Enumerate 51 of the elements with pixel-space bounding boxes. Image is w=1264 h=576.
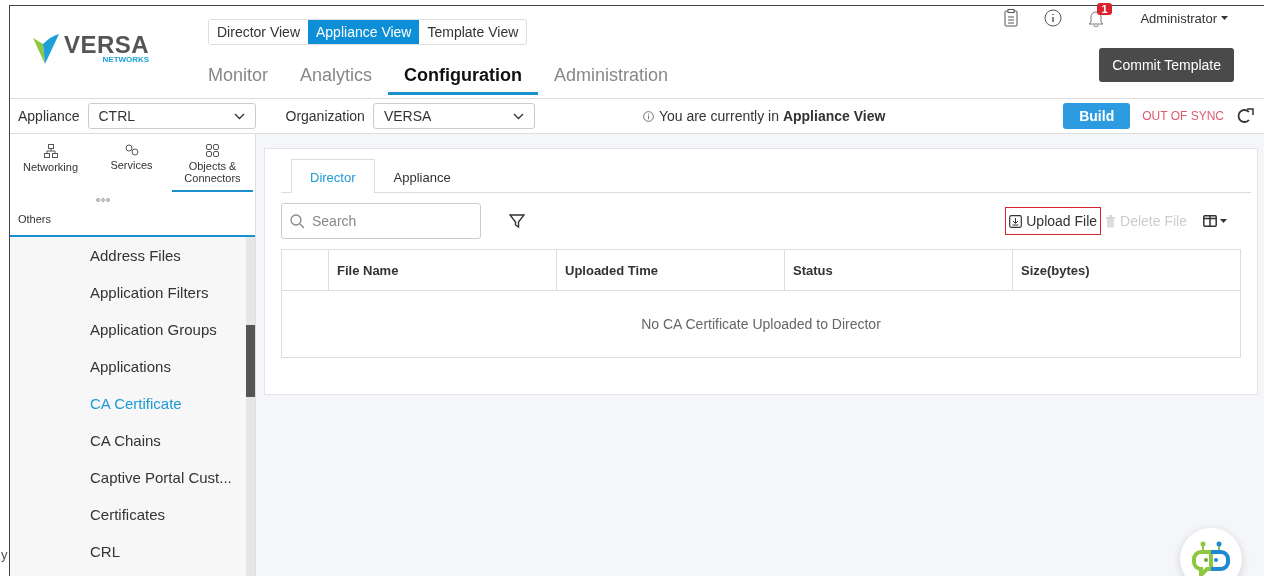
chatbot-button[interactable]	[1180, 528, 1242, 576]
gears-icon	[123, 144, 140, 156]
chevron-down-icon	[233, 112, 245, 120]
sidebar-item[interactable]: Certificates	[10, 496, 246, 533]
sidebar-item[interactable]: Application Filters	[10, 274, 246, 311]
nav-tab[interactable]: Configuration	[388, 61, 539, 95]
organization-select[interactable]: VERSA	[372, 103, 535, 129]
view-info-text: You are currently in Appliance View	[658, 108, 886, 124]
scrollbar-thumb[interactable]	[246, 325, 255, 397]
sidebar-item[interactable]: Application Groups	[10, 311, 246, 348]
nav-tab[interactable]: Analytics	[284, 61, 389, 95]
clipboard-icon[interactable]	[1004, 9, 1019, 27]
info-icon	[642, 110, 654, 122]
sidebar-item[interactable]: CRL	[10, 533, 246, 570]
nav-tab[interactable]: Monitor	[208, 61, 285, 95]
sidebar-item[interactable]: Address Files	[10, 237, 246, 274]
column-header[interactable]: Size(bytes)	[1012, 250, 1240, 290]
dots-icon	[96, 198, 110, 202]
grid-icon	[206, 144, 219, 157]
appliance-label: Appliance	[18, 108, 80, 124]
file-action-button[interactable]: Upload File	[1005, 207, 1102, 235]
table-columns-icon	[1203, 215, 1217, 227]
filter-icon[interactable]	[509, 213, 525, 229]
user-menu[interactable]: Administrator	[1134, 9, 1234, 27]
background-text-fragment: y	[1, 547, 9, 562]
sidebar-item[interactable]: CA Chains	[10, 422, 246, 459]
nav-tab[interactable]: Administration	[538, 61, 685, 95]
column-settings-button[interactable]	[1201, 213, 1229, 229]
chevron-down-icon	[512, 112, 524, 120]
column-header[interactable]: Status	[784, 250, 1012, 290]
network-icon	[43, 144, 58, 158]
search-field[interactable]: Search	[281, 203, 481, 239]
sidebar-item[interactable]: Applications	[10, 348, 246, 385]
organization-label: Organization	[285, 108, 365, 124]
empty-message: No CA Certificate Uploaded to Director	[641, 316, 881, 332]
content-tab[interactable]: Appliance	[374, 159, 470, 193]
info-icon[interactable]	[1044, 9, 1063, 27]
view-toggle[interactable]: Appliance View	[308, 20, 420, 44]
sidebar-item[interactable]: Captive Portal Cust...	[10, 459, 246, 496]
trash-icon	[1105, 214, 1117, 228]
caret-icon	[1220, 219, 1227, 223]
column-header[interactable]: Uploaded Time	[556, 250, 784, 290]
column-header[interactable]: File Name	[328, 250, 556, 290]
upload-icon	[1009, 214, 1023, 228]
notification-badge: 1	[1097, 3, 1112, 15]
appliance-select[interactable]: CTRL	[87, 103, 256, 129]
commit-template-button[interactable]: Commit Template	[1099, 48, 1234, 82]
caret-icon	[1221, 16, 1228, 20]
refresh-icon[interactable]	[1236, 108, 1254, 124]
sync-status: OUT OF SYNC	[1142, 109, 1224, 123]
versa-logo: VERSA NETWORKS	[31, 32, 181, 68]
